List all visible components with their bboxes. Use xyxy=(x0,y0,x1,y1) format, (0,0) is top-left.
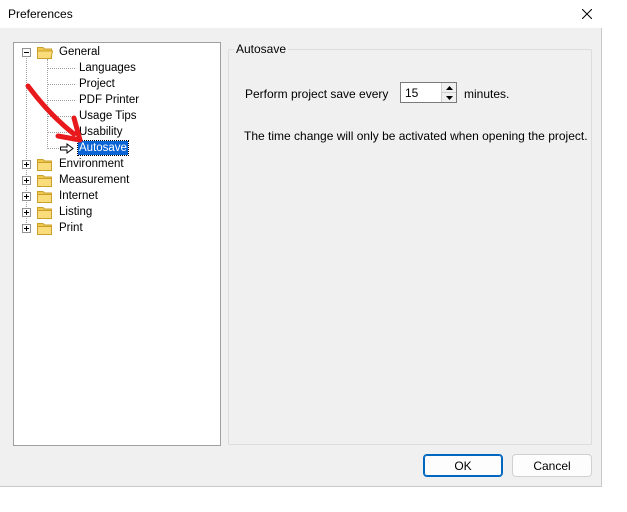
preferences-dialog: Preferences General Languages Project PD… xyxy=(0,0,602,487)
tree-item-label: Measurement xyxy=(59,174,130,186)
spin-up-button[interactable] xyxy=(441,83,456,92)
folder-icon xyxy=(37,191,52,203)
folder-icon xyxy=(37,223,52,235)
expand-icon[interactable] xyxy=(22,192,31,201)
expand-icon[interactable] xyxy=(22,208,31,217)
collapse-icon[interactable] xyxy=(22,48,31,57)
tree-item-general[interactable]: General xyxy=(14,44,214,60)
tree-item-label: General xyxy=(59,46,100,58)
minutes-label: minutes. xyxy=(464,87,510,101)
tree-item-label: Print xyxy=(59,222,83,234)
autosave-group xyxy=(228,49,592,445)
tree-item-listing[interactable]: Listing xyxy=(14,204,214,220)
annotation-arrow-icon xyxy=(25,83,83,143)
close-icon xyxy=(582,9,592,19)
title-bar: Preferences xyxy=(0,0,602,28)
save-interval-input[interactable] xyxy=(401,83,441,102)
tree-item-measurement[interactable]: Measurement xyxy=(14,172,214,188)
folder-icon xyxy=(37,175,52,187)
save-interval-label: Perform project save every xyxy=(245,87,389,101)
tree-item-environment[interactable]: Environment xyxy=(14,156,214,172)
expand-icon[interactable] xyxy=(22,176,31,185)
tree-connector xyxy=(47,68,75,69)
expand-icon[interactable] xyxy=(22,224,31,233)
spin-down-button[interactable] xyxy=(441,92,456,102)
group-title: Autosave xyxy=(234,42,289,56)
tree-item-internet[interactable]: Internet xyxy=(14,188,214,204)
close-button[interactable] xyxy=(572,0,602,28)
expand-icon[interactable] xyxy=(22,160,31,169)
tree-item-label: Environment xyxy=(59,158,124,170)
folder-icon xyxy=(37,207,52,219)
tree-item-label: Listing xyxy=(59,206,93,218)
tree-item-print[interactable]: Print xyxy=(14,220,214,236)
tree-item-label: Languages xyxy=(79,62,136,74)
tree-item-label: Internet xyxy=(59,190,98,202)
folder-open-icon xyxy=(37,47,53,59)
cancel-button[interactable]: Cancel xyxy=(512,454,592,477)
window-title: Preferences xyxy=(8,7,73,21)
folder-icon xyxy=(37,159,52,171)
autosave-note: The time change will only be activated w… xyxy=(244,129,588,143)
chevron-down-icon xyxy=(445,95,453,100)
chevron-up-icon xyxy=(445,85,453,90)
ok-button[interactable]: OK xyxy=(423,454,503,477)
save-interval-spinner[interactable] xyxy=(400,82,457,103)
